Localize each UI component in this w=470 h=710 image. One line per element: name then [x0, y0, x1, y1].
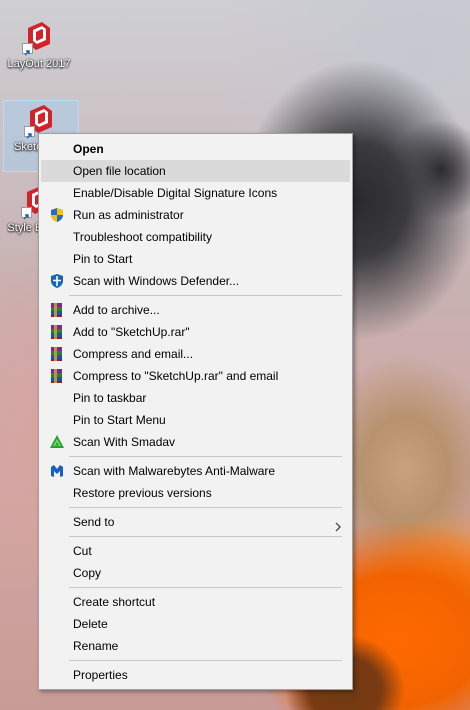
menu-item-label: Properties: [73, 668, 128, 682]
smadav-icon: [49, 434, 65, 450]
menu-item-scan-windows-defender[interactable]: Scan with Windows Defender...: [39, 270, 352, 292]
menu-item-label: Scan with Malwarebytes Anti-Malware: [73, 464, 276, 478]
menu-item-pin-to-start[interactable]: Pin to Start: [39, 248, 352, 270]
menu-item-label: Send to: [73, 515, 115, 529]
menu-item-label: Scan with Windows Defender...: [73, 274, 240, 288]
menu-item-label: Enable/Disable Digital Signature Icons: [73, 186, 278, 200]
menu-item-add-to-archive[interactable]: Add to archive...: [39, 299, 352, 321]
menu-item-restore-previous-versions[interactable]: Restore previous versions: [39, 482, 352, 504]
winrar-icon: [49, 324, 65, 340]
menu-item-pin-to-taskbar[interactable]: Pin to taskbar: [39, 387, 352, 409]
desktop-icon-label: LayOut 2017: [7, 58, 71, 70]
winrar-icon: [49, 368, 65, 384]
menu-item-label: Rename: [73, 639, 119, 653]
context-menu: Open Open file location Enable/Disable D…: [38, 133, 353, 690]
menu-item-scan-with-smadav[interactable]: Scan With Smadav: [39, 431, 352, 453]
menu-separator: [69, 660, 342, 661]
menu-item-compress-and-email[interactable]: Compress and email...: [39, 343, 352, 365]
menu-item-create-shortcut[interactable]: Create shortcut: [39, 591, 352, 613]
menu-item-label: Delete: [73, 617, 108, 631]
desktop-icon-layout[interactable]: LayOut 2017: [2, 20, 76, 71]
menu-item-rename[interactable]: Rename: [39, 635, 352, 657]
malwarebytes-icon: [49, 463, 65, 479]
menu-item-compress-to-rar-and-email[interactable]: Compress to "SketchUp.rar" and email: [39, 365, 352, 387]
menu-separator: [69, 536, 342, 537]
menu-item-label: Copy: [73, 566, 102, 580]
menu-item-label: Cut: [73, 544, 92, 558]
menu-item-label: Run as administrator: [73, 208, 184, 222]
menu-item-copy[interactable]: Copy: [39, 562, 352, 584]
menu-item-label: Open file location: [73, 164, 166, 178]
menu-item-troubleshoot-compatibility[interactable]: Troubleshoot compatibility: [39, 226, 352, 248]
menu-item-pin-to-start-menu[interactable]: Pin to Start Menu: [39, 409, 352, 431]
menu-item-open[interactable]: Open: [39, 138, 352, 160]
uac-shield-icon: [49, 207, 65, 223]
shortcut-arrow-icon: [22, 43, 33, 56]
menu-item-label: Pin to Start: [73, 252, 133, 266]
menu-item-label: Restore previous versions: [73, 486, 212, 500]
menu-item-send-to[interactable]: Send to: [39, 511, 352, 533]
menu-item-label: Add to "SketchUp.rar": [73, 325, 190, 339]
menu-item-label: Open: [73, 142, 104, 156]
menu-item-label: Troubleshoot compatibility: [73, 230, 212, 244]
menu-item-cut[interactable]: Cut: [39, 540, 352, 562]
shortcut-arrow-icon: [21, 207, 32, 220]
menu-item-label: Compress to "SketchUp.rar" and email: [73, 369, 279, 383]
windows-defender-icon: [49, 273, 65, 289]
menu-item-label: Scan With Smadav: [73, 435, 176, 449]
menu-item-run-as-administrator[interactable]: Run as administrator: [39, 204, 352, 226]
menu-separator: [69, 587, 342, 588]
menu-separator: [69, 507, 342, 508]
menu-item-properties[interactable]: Properties: [39, 664, 352, 686]
menu-item-add-to-sketchup-rar[interactable]: Add to "SketchUp.rar": [39, 321, 352, 343]
menu-item-label: Create shortcut: [73, 595, 156, 609]
winrar-icon: [49, 346, 65, 362]
sketchup-app-icon: [24, 103, 58, 139]
menu-item-open-file-location[interactable]: Open file location: [41, 160, 350, 182]
shortcut-arrow-icon: [24, 126, 35, 139]
menu-separator: [69, 295, 342, 296]
winrar-icon: [49, 302, 65, 318]
menu-item-scan-malwarebytes[interactable]: Scan with Malwarebytes Anti-Malware: [39, 460, 352, 482]
chevron-right-icon: [333, 517, 343, 532]
menu-item-digital-signature-icons[interactable]: Enable/Disable Digital Signature Icons: [39, 182, 352, 204]
menu-item-delete[interactable]: Delete: [39, 613, 352, 635]
menu-item-label: Pin to Start Menu: [73, 413, 166, 427]
menu-item-label: Add to archive...: [73, 303, 160, 317]
menu-item-label: Pin to taskbar: [73, 391, 147, 405]
layout-app-icon: [22, 20, 56, 56]
menu-item-label: Compress and email...: [73, 347, 194, 361]
menu-separator: [69, 456, 342, 457]
